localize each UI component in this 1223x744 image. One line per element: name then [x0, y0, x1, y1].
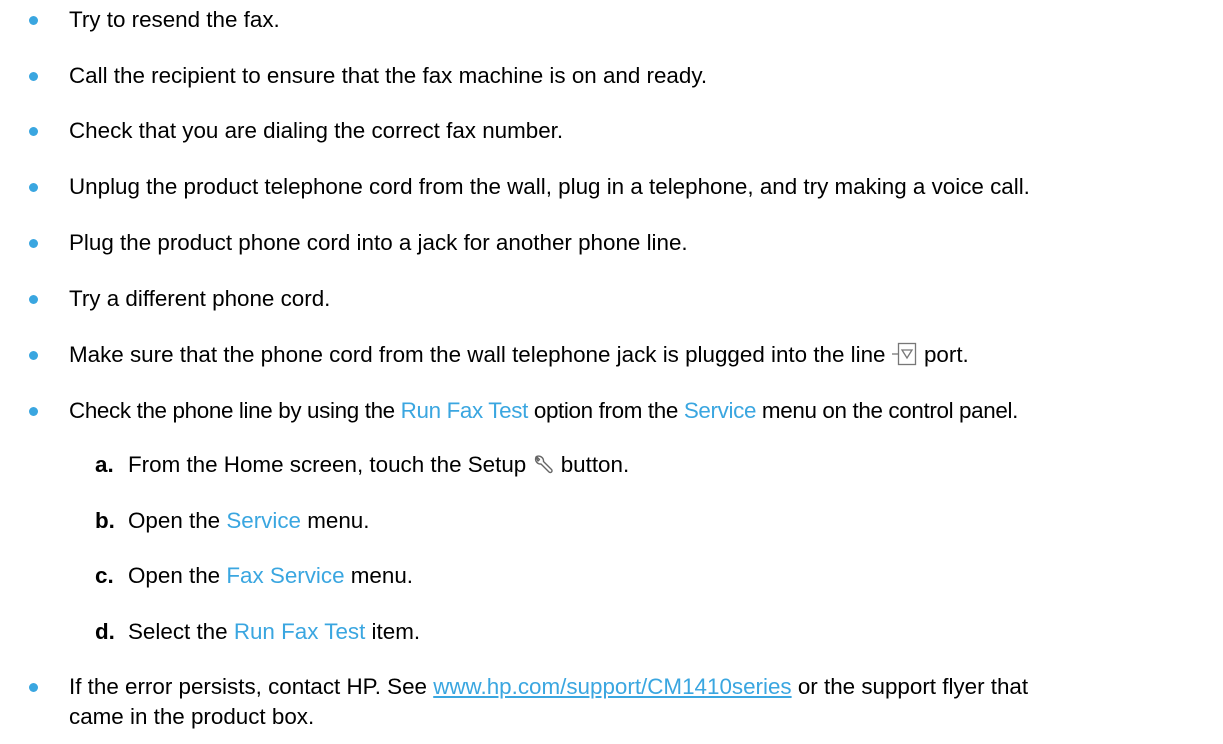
bullet-icon [29, 239, 38, 248]
wrench-icon [532, 454, 554, 484]
service-term: Service [683, 398, 757, 423]
bullet-icon [29, 16, 38, 25]
service-term: Service [226, 508, 302, 533]
fax-service-term: Fax Service [226, 563, 345, 588]
run-fax-test-term: Run Fax Test [233, 619, 366, 644]
bullet-icon [29, 183, 38, 192]
bullet-icon [29, 295, 38, 304]
support-link[interactable]: www.hp.com/support/CM1410series [433, 674, 791, 699]
line-port-icon [891, 342, 918, 374]
bullet-icon [29, 127, 38, 136]
bullet-icon [29, 72, 38, 81]
troubleshooting-list: Try to resend the fax. Call the recipien… [0, 0, 1223, 744]
bullet-icon [29, 351, 38, 360]
bullet-icon [29, 683, 38, 692]
bullet-icon [29, 407, 38, 416]
run-fax-test-term: Run Fax Test [400, 398, 529, 423]
